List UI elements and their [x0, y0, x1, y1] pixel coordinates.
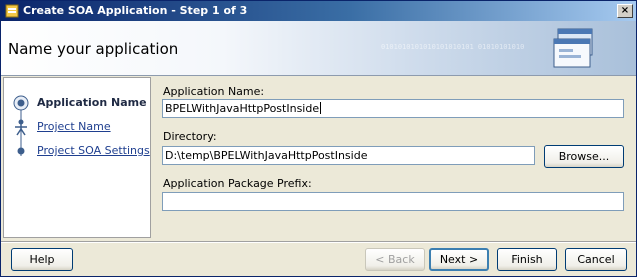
finish-button[interactable]: Finish: [497, 248, 557, 271]
package-prefix-label: Application Package Prefix:: [163, 177, 312, 190]
application-name-input[interactable]: BPELWithJavaHttpPostInside: [162, 99, 624, 118]
step-project-name[interactable]: Project Name: [12, 118, 152, 136]
back-button[interactable]: < Back: [365, 248, 425, 271]
package-prefix-input[interactable]: [162, 192, 624, 211]
wizard-header: Name your application 010101010101010101…: [1, 21, 636, 76]
text-caret: [320, 102, 322, 114]
step-person-icon: [15, 119, 27, 136]
step-application-name[interactable]: Application Name: [12, 94, 152, 112]
browse-button[interactable]: Browse...: [544, 145, 624, 168]
wizard-window: Create SOA Application - Step 1 of 3 × N…: [0, 0, 637, 277]
application-form: Application Name: BPELWithJavaHttpPostIn…: [157, 77, 635, 238]
directory-label: Directory:: [163, 130, 217, 143]
app-icon: [5, 4, 19, 18]
directory-input[interactable]: D:\temp\BPELWithJavaHttpPostInside: [162, 146, 535, 165]
help-button[interactable]: Help: [11, 248, 73, 271]
current-step-icon: [13, 95, 29, 111]
cancel-button[interactable]: Cancel: [565, 248, 627, 271]
window-title: Create SOA Application - Step 1 of 3: [23, 4, 248, 17]
close-button[interactable]: ×: [617, 4, 633, 18]
step-label: Application Name: [37, 96, 147, 109]
title-bar: Create SOA Application - Step 1 of 3 ×: [1, 1, 636, 21]
footer-divider: [1, 241, 636, 243]
application-name-value: BPELWithJavaHttpPostInside: [165, 102, 320, 115]
step-project-soa-settings[interactable]: Project SOA Settings: [12, 142, 152, 160]
steps-panel: Application Name Project Name Project SO…: [3, 77, 151, 238]
step-dot-icon: [17, 147, 25, 155]
page-title: Name your application: [8, 40, 179, 58]
step-label[interactable]: Project Name: [37, 120, 111, 133]
directory-value: D:\temp\BPELWithJavaHttpPostInside: [165, 149, 368, 162]
step-label[interactable]: Project SOA Settings: [37, 144, 150, 157]
application-name-label: Application Name:: [163, 85, 265, 98]
wizard-windows-icon: [553, 28, 593, 68]
next-button[interactable]: Next >: [429, 248, 489, 271]
